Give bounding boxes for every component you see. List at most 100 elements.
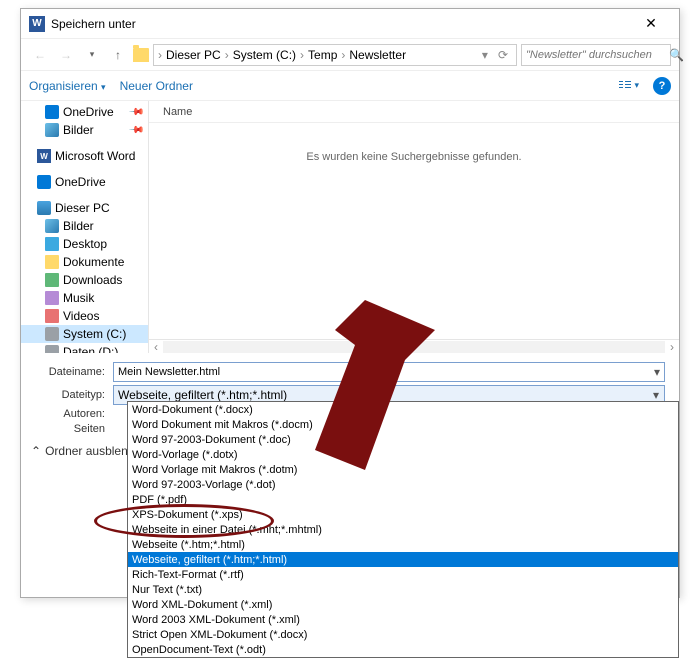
column-header-name[interactable]: Name (149, 101, 679, 123)
filetype-option[interactable]: Word 2003 XML-Dokument (*.xml) (128, 612, 678, 627)
file-list-pane: Name Es wurden keine Suchergebnisse gefu… (149, 101, 679, 353)
onedrive-icon (37, 175, 51, 189)
tree-label: Musik (63, 291, 94, 305)
forward-button[interactable]: → (55, 44, 77, 66)
chevron-right-icon: › (225, 48, 229, 62)
disk-icon (45, 345, 59, 353)
recent-dropdown-icon[interactable]: ▾ (81, 44, 103, 66)
filetype-option[interactable]: Word-Dokument (*.docx) (128, 402, 678, 417)
tree-bilder[interactable]: Bilder 📌 (21, 121, 148, 139)
filetype-option[interactable]: Webseite, gefiltert (*.htm;*.html) (128, 552, 678, 567)
filetype-option[interactable]: Word Vorlage mit Makros (*.dotm) (128, 462, 678, 477)
tree-label: Desktop (63, 237, 107, 251)
crumb-pc[interactable]: Dieser PC (164, 48, 223, 62)
breadcrumb-dropdown-icon[interactable]: ▾ (478, 48, 492, 62)
navigation-bar: ← → ▾ ↑ › Dieser PC › System (C:) › Temp… (21, 39, 679, 71)
tree-musik[interactable]: Musik (21, 289, 148, 307)
back-button[interactable]: ← (29, 44, 51, 66)
authors-label: Autoren: (35, 408, 113, 420)
pictures-icon (45, 123, 59, 137)
close-button[interactable]: ✕ (631, 15, 671, 32)
filetype-option[interactable]: Nur Text (*.txt) (128, 582, 678, 597)
tree-label: OneDrive (55, 175, 106, 189)
search-input[interactable] (526, 49, 669, 61)
disk-icon (45, 327, 59, 341)
chevron-up-icon: ⌃ (31, 444, 41, 458)
filetype-option[interactable]: Word 97-2003-Dokument (*.doc) (128, 432, 678, 447)
videos-icon (45, 309, 59, 323)
tree-label: Bilder (63, 123, 94, 137)
filetype-option[interactable]: Word 97-2003-Vorlage (*.dot) (128, 477, 678, 492)
word-icon: W (37, 149, 51, 163)
tree-label: OneDrive (63, 105, 114, 119)
crumb-newsletter[interactable]: Newsletter (347, 48, 408, 62)
filetype-option[interactable]: Webseite in einer Datei (*.mht;*.mhtml) (128, 522, 678, 537)
filetype-value: Webseite, gefiltert (*.htm;*.html) (118, 388, 287, 402)
title-bar: W Speichern unter ✕ (21, 9, 679, 39)
chevron-right-icon: › (300, 48, 304, 62)
crumb-drive[interactable]: System (C:) (231, 48, 298, 62)
new-folder-button[interactable]: Neuer Ordner (120, 79, 193, 93)
filename-input[interactable] (113, 362, 665, 382)
desktop-icon (45, 237, 59, 251)
tree-this-pc[interactable]: Dieser PC (21, 199, 148, 217)
filetype-option[interactable]: OpenDocument-Text (*.odt) (128, 642, 678, 657)
crumb-temp[interactable]: Temp (306, 48, 339, 62)
organize-button[interactable]: Organisieren ▾ (29, 79, 106, 93)
filetype-option[interactable]: Word XML-Dokument (*.xml) (128, 597, 678, 612)
breadcrumb[interactable]: › Dieser PC › System (C:) › Temp › Newsl… (153, 44, 517, 66)
pc-icon (37, 201, 51, 215)
horizontal-scrollbar[interactable]: ‹ › (149, 339, 679, 353)
up-button[interactable]: ↑ (107, 44, 129, 66)
toolbar: Organisieren ▾ Neuer Ordner ▾ ? (21, 71, 679, 101)
refresh-icon[interactable]: ⟳ (494, 48, 512, 62)
search-box[interactable]: 🔍 (521, 44, 671, 66)
filetype-option[interactable]: PDF (*.pdf) (128, 492, 678, 507)
tree-system-c[interactable]: System (C:) (21, 325, 148, 343)
save-as-dialog: W Speichern unter ✕ ← → ▾ ↑ › Dieser PC … (20, 8, 680, 598)
scroll-right-icon[interactable]: › (665, 340, 679, 354)
pin-icon: 📌 (127, 104, 144, 121)
hide-folders-toggle[interactable]: ⌃ Ordner ausblende (31, 444, 141, 458)
filetype-option[interactable]: Rich-Text-Format (*.rtf) (128, 567, 678, 582)
filetype-option[interactable]: XPS-Dokument (*.xps) (128, 507, 678, 522)
pages-label: Seiten (35, 423, 113, 435)
chevron-right-icon: › (341, 48, 345, 62)
scroll-track[interactable] (163, 341, 665, 353)
help-button[interactable]: ? (653, 77, 671, 95)
tree-msword[interactable]: W Microsoft Word (21, 147, 148, 165)
filetype-dropdown-list[interactable]: Word-Dokument (*.docx)Word Dokument mit … (127, 401, 679, 658)
filetype-label: Dateityp: (35, 389, 113, 401)
pin-icon: 📌 (127, 122, 144, 139)
search-icon[interactable]: 🔍 (669, 48, 684, 62)
filetype-option[interactable]: Strict Open XML-Dokument (*.docx) (128, 627, 678, 642)
onedrive-icon (45, 105, 59, 119)
tree-dokumente[interactable]: Dokumente (21, 253, 148, 271)
tree-desktop[interactable]: Desktop (21, 235, 148, 253)
tree-daten-d[interactable]: Daten (D:) (21, 343, 148, 353)
tree-downloads[interactable]: Downloads (21, 271, 148, 289)
dialog-body: OneDrive 📌 Bilder 📌 W Microsoft Word OneDri… (21, 101, 679, 353)
filetype-option[interactable]: Webseite (*.htm;*.html) (128, 537, 678, 552)
folder-tree[interactable]: OneDrive 📌 Bilder 📌 W Microsoft Word OneDri… (21, 101, 149, 353)
folder-icon (133, 48, 149, 62)
scroll-left-icon[interactable]: ‹ (149, 340, 163, 354)
empty-results-text: Es wurden keine Suchergebnisse gefunden. (149, 151, 679, 163)
downloads-icon (45, 273, 59, 287)
filetype-option[interactable]: Word Dokument mit Makros (*.docm) (128, 417, 678, 432)
tree-label: System (C:) (63, 327, 126, 341)
filename-dropdown-icon[interactable]: ▾ (650, 363, 664, 381)
tree-onedrive2[interactable]: OneDrive (21, 173, 148, 191)
tree-label: Videos (63, 309, 99, 323)
filetype-option[interactable]: Word-Vorlage (*.dotx) (128, 447, 678, 462)
tree-label: Microsoft Word (55, 149, 135, 163)
tree-label: Downloads (63, 273, 122, 287)
tree-bilder2[interactable]: Bilder (21, 217, 148, 235)
filename-label: Dateiname: (35, 366, 113, 378)
tree-label: Daten (D:) (63, 345, 118, 353)
window-title: Speichern unter (51, 17, 631, 31)
tree-videos[interactable]: Videos (21, 307, 148, 325)
tree-onedrive[interactable]: OneDrive 📌 (21, 103, 148, 121)
chevron-right-icon: › (158, 48, 162, 62)
view-options-button[interactable]: ▾ (618, 79, 639, 93)
